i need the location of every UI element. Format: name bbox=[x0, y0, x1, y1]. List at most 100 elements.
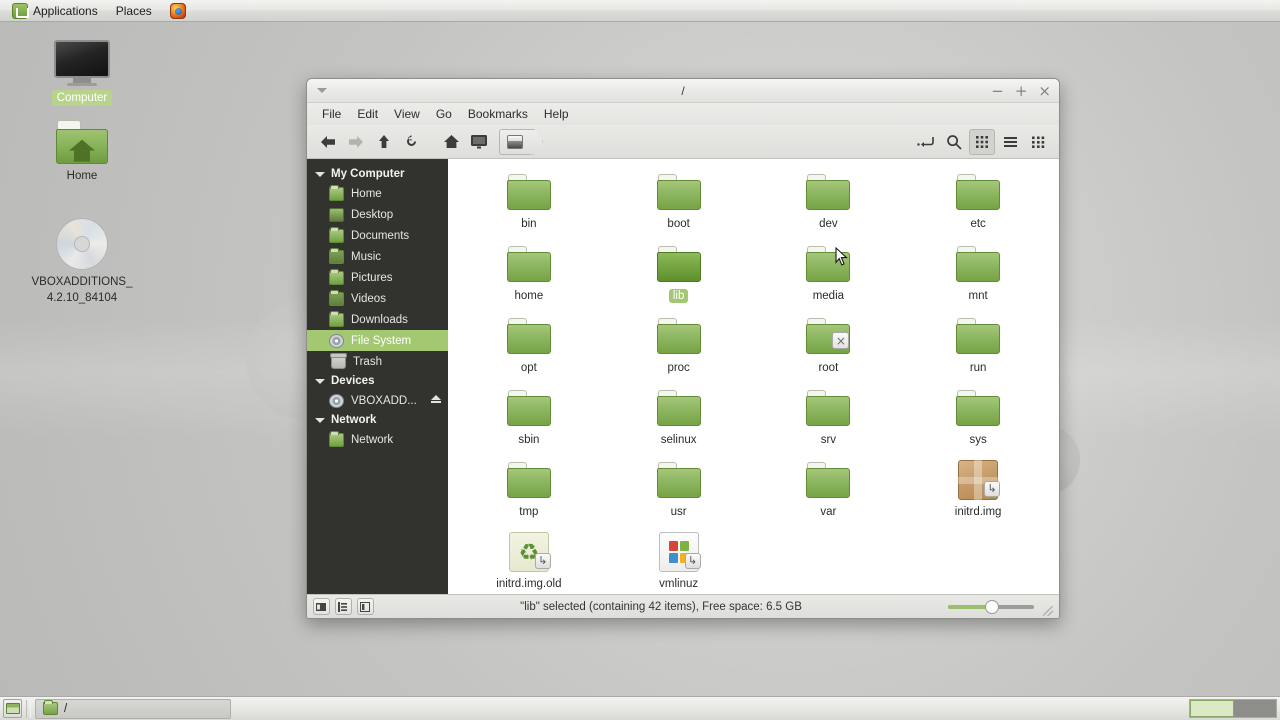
forward-button[interactable] bbox=[343, 129, 369, 155]
extra-pane-toggle-button[interactable] bbox=[357, 598, 374, 615]
file-item[interactable]: run bbox=[903, 315, 1053, 385]
symlink-emblem-icon: ↳ bbox=[984, 481, 1001, 497]
zoom-slider-handle[interactable] bbox=[985, 599, 999, 614]
videos-folder-icon bbox=[329, 289, 344, 306]
music-folder-icon bbox=[329, 247, 344, 264]
filesystem-icon bbox=[329, 333, 344, 348]
maximize-button[interactable]: + bbox=[1015, 83, 1028, 99]
file-item-label: root bbox=[818, 362, 839, 374]
sidebar-group-my-computer[interactable]: My Computer bbox=[307, 165, 448, 183]
recycle-file-icon: ♻ ↳ bbox=[506, 531, 552, 573]
desktop-icon-computer[interactable]: Computer bbox=[22, 40, 142, 106]
folder-icon bbox=[955, 243, 1001, 285]
folder-icon bbox=[805, 387, 851, 429]
file-item[interactable]: boot bbox=[604, 171, 754, 241]
places-toggle-button[interactable] bbox=[313, 598, 330, 615]
close-button[interactable]: × bbox=[1038, 83, 1051, 99]
back-button[interactable] bbox=[315, 129, 341, 155]
workspace-switcher[interactable] bbox=[1189, 699, 1277, 718]
window-titlebar[interactable]: / − + × bbox=[307, 79, 1059, 103]
file-item[interactable]: bin bbox=[454, 171, 604, 241]
search-icon[interactable] bbox=[941, 129, 967, 155]
compact-view-button[interactable] bbox=[1025, 129, 1051, 155]
menu-bookmarks[interactable]: Bookmarks bbox=[461, 105, 535, 123]
sidebar-item-network-label: Network bbox=[351, 433, 394, 446]
file-item-label: etc bbox=[970, 218, 986, 230]
file-item[interactable]: tmp bbox=[454, 459, 604, 529]
file-item[interactable]: etc bbox=[903, 171, 1053, 241]
sidebar-item-music[interactable]: Music bbox=[307, 246, 448, 267]
file-item-label: lib bbox=[668, 289, 689, 303]
workspace-1[interactable] bbox=[1190, 700, 1234, 717]
file-item[interactable]: mnt bbox=[903, 243, 1053, 313]
sidebar-item-vboxadditions[interactable]: VBOXADD... bbox=[307, 390, 448, 411]
menu-go[interactable]: Go bbox=[429, 105, 459, 123]
sidebar-group-my-computer-label: My Computer bbox=[331, 168, 405, 180]
sidebar-item-documents[interactable]: Documents bbox=[307, 225, 448, 246]
sidebar-group-devices[interactable]: Devices bbox=[307, 372, 448, 390]
reload-button[interactable] bbox=[399, 129, 425, 155]
file-item[interactable]: dev bbox=[754, 171, 904, 241]
zoom-slider[interactable] bbox=[948, 599, 1034, 615]
eject-icon[interactable] bbox=[431, 395, 441, 403]
file-item[interactable]: ↳ vmlinuz bbox=[604, 531, 754, 594]
file-item[interactable]: sbin bbox=[454, 387, 604, 457]
desktop-icon-vboxadditions[interactable]: VBOXADDITIONS_ 4.2.10_84104 bbox=[22, 218, 142, 306]
firefox-launcher[interactable] bbox=[164, 1, 192, 21]
desktop-icon bbox=[329, 207, 344, 222]
file-item[interactable]: usr bbox=[604, 459, 754, 529]
folder-icon: × bbox=[805, 315, 851, 357]
up-button[interactable] bbox=[371, 129, 397, 155]
file-item[interactable]: home bbox=[454, 243, 604, 313]
folder-icon bbox=[656, 243, 702, 285]
icon-view-button[interactable] bbox=[969, 128, 995, 155]
file-item[interactable]: media bbox=[754, 243, 904, 313]
resize-grip[interactable] bbox=[1043, 606, 1053, 616]
sidebar-item-home[interactable]: Home bbox=[307, 183, 448, 204]
desktop-icon-home[interactable]: Home bbox=[22, 120, 142, 184]
file-item[interactable]: ↳ initrd.img bbox=[903, 459, 1053, 529]
file-item[interactable]: lib bbox=[604, 243, 754, 313]
file-item[interactable]: srv bbox=[754, 387, 904, 457]
folder-icon bbox=[43, 700, 58, 715]
file-item[interactable]: × root bbox=[754, 315, 904, 385]
workspace-2[interactable] bbox=[1234, 700, 1276, 717]
file-item[interactable]: selinux bbox=[604, 387, 754, 457]
file-item[interactable]: proc bbox=[604, 315, 754, 385]
sidebar-item-downloads[interactable]: Downloads bbox=[307, 309, 448, 330]
tree-toggle-button[interactable] bbox=[335, 598, 352, 615]
home-button[interactable] bbox=[438, 129, 464, 155]
computer-monitor-icon bbox=[54, 40, 110, 86]
places-menu[interactable]: Places bbox=[110, 1, 158, 21]
sidebar-item-videos[interactable]: Videos bbox=[307, 288, 448, 309]
computer-button[interactable] bbox=[466, 129, 492, 155]
pathbar-button-root[interactable] bbox=[499, 128, 543, 155]
file-view[interactable]: bin boot dev etc home lib media mnt opt proc × root… bbox=[448, 159, 1059, 594]
menu-file[interactable]: File bbox=[315, 105, 348, 123]
list-view-button[interactable] bbox=[997, 129, 1023, 155]
applications-menu[interactable]: Applications bbox=[6, 1, 104, 21]
taskbar-window-button[interactable]: / bbox=[35, 698, 231, 719]
file-item[interactable]: var bbox=[754, 459, 904, 529]
file-item-label: media bbox=[812, 290, 845, 302]
menu-help[interactable]: Help bbox=[537, 105, 576, 123]
sidebar-item-pictures[interactable]: Pictures bbox=[307, 267, 448, 288]
file-item-label: run bbox=[969, 362, 987, 374]
sidebar-item-trash[interactable]: Trash bbox=[307, 351, 448, 372]
symlink-emblem-icon: ↳ bbox=[684, 553, 701, 569]
edit-location-button[interactable] bbox=[913, 129, 939, 155]
sidebar-group-network[interactable]: Network bbox=[307, 411, 448, 429]
file-item[interactable]: opt bbox=[454, 315, 604, 385]
file-item[interactable]: sys bbox=[903, 387, 1053, 457]
menu-edit[interactable]: Edit bbox=[350, 105, 385, 123]
folder-icon bbox=[656, 459, 702, 501]
file-item[interactable]: ♻ ↳ initrd.img.old bbox=[454, 531, 604, 594]
sidebar-item-desktop[interactable]: Desktop bbox=[307, 204, 448, 225]
sidebar-item-network[interactable]: Network bbox=[307, 429, 448, 450]
show-desktop-button[interactable] bbox=[3, 699, 22, 718]
file-item-label: home bbox=[514, 290, 544, 302]
sidebar-item-file-system[interactable]: File System bbox=[307, 330, 448, 351]
documents-folder-icon bbox=[329, 226, 344, 243]
menu-view[interactable]: View bbox=[387, 105, 427, 123]
minimize-button[interactable]: − bbox=[991, 83, 1004, 99]
